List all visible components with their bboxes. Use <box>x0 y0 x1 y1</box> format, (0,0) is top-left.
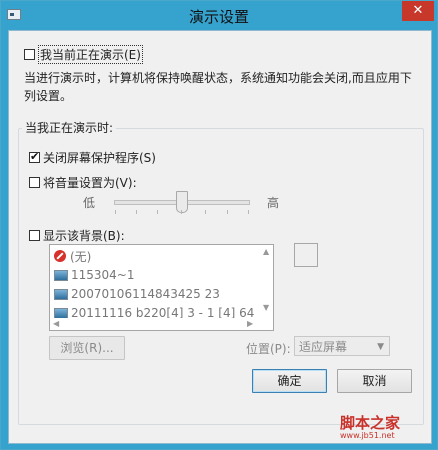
presenting-label: 我当前正在演示(E) <box>38 45 143 64</box>
slider-tick <box>157 210 158 214</box>
background-preview <box>294 243 318 267</box>
image-file-icon <box>54 269 68 281</box>
slider-tick <box>248 210 249 214</box>
image-file-icon <box>54 307 68 319</box>
list-item[interactable]: 20070106114843425 23 <box>54 285 220 303</box>
slider-tick <box>136 210 137 214</box>
volume-high-label: 高 <box>267 196 280 210</box>
vertical-scrollbar[interactable]: ▲ ▼ <box>260 245 273 317</box>
screensaver-checkbox-box[interactable] <box>29 150 40 163</box>
horizontal-scrollbar[interactable]: ◀ ▶ <box>50 318 273 330</box>
presentation-settings-window: 演示设置 ✕ 我当前正在演示(E) 当进行演示时，计算机将保持唤醒状态，系统通知… <box>0 0 438 450</box>
position-select[interactable]: 适应屏幕 ▼ <box>294 336 390 356</box>
ok-button[interactable]: 确定 <box>252 369 327 393</box>
background-checkbox[interactable]: 显示该背景(B): <box>29 227 125 244</box>
presenting-checkbox[interactable]: 我当前正在演示(E) <box>24 45 143 64</box>
background-checkbox-box[interactable] <box>29 230 40 241</box>
list-item-label: 115304~1 <box>71 268 135 282</box>
screensaver-checkbox[interactable]: 关闭屏幕保护程序(S) <box>29 149 156 166</box>
watermark-title: 脚本之家 <box>340 414 401 432</box>
scroll-left-icon[interactable]: ◀ <box>53 319 59 328</box>
watermark-url: www.jb51.net <box>340 431 395 440</box>
close-button[interactable]: ✕ <box>402 1 434 21</box>
background-list[interactable]: (无) 115304~1 20070106114843425 23 201111… <box>49 244 274 331</box>
scroll-up-icon[interactable]: ▲ <box>263 247 269 256</box>
position-label: 位置(P): <box>246 342 291 356</box>
group-label: 当我正在演示时: <box>22 119 117 136</box>
slider-tick <box>181 210 182 214</box>
title-bar[interactable]: 演示设置 ✕ <box>1 1 437 29</box>
slider-tick <box>205 210 206 214</box>
scroll-down-icon[interactable]: ▼ <box>263 303 269 312</box>
volume-checkbox[interactable]: 将音量设置为(V): <box>29 174 137 191</box>
list-item[interactable]: 115304~1 <box>54 266 135 284</box>
list-item-label: (无) <box>70 249 92 264</box>
browse-button[interactable]: 浏览(R)... <box>49 336 125 360</box>
watermark: 脚本之家 www.jb51.net <box>340 412 400 440</box>
scroll-right-icon[interactable]: ▶ <box>247 319 253 328</box>
slider-tick <box>115 210 116 214</box>
screensaver-label: 关闭屏幕保护程序(S) <box>43 151 156 165</box>
cancel-button[interactable]: 取消 <box>337 369 412 393</box>
chevron-down-icon: ▼ <box>377 342 384 352</box>
slider-tick <box>227 210 228 214</box>
window-title: 演示设置 <box>188 8 249 26</box>
position-value: 适应屏幕 <box>299 340 348 354</box>
volume-slider-thumb[interactable] <box>176 191 188 213</box>
list-item-label: 20070106114843425 23 <box>71 287 220 301</box>
background-label: 显示该背景(B): <box>43 229 125 243</box>
volume-checkbox-box[interactable] <box>29 177 40 188</box>
volume-label: 将音量设置为(V): <box>43 176 137 190</box>
presenting-checkbox-box[interactable] <box>24 49 35 60</box>
dialog-body: 我当前正在演示(E) 当进行演示时，计算机将保持唤醒状态，系统通知功能会关闭,而… <box>8 30 432 444</box>
no-entry-icon <box>54 250 66 262</box>
volume-low-label: 低 <box>83 196 96 210</box>
list-item[interactable]: (无) <box>54 247 91 265</box>
description-text: 当进行演示时，计算机将保持唤醒状态，系统通知功能会关闭,而且应用下列设置。 <box>24 71 412 103</box>
image-file-icon <box>54 288 68 300</box>
